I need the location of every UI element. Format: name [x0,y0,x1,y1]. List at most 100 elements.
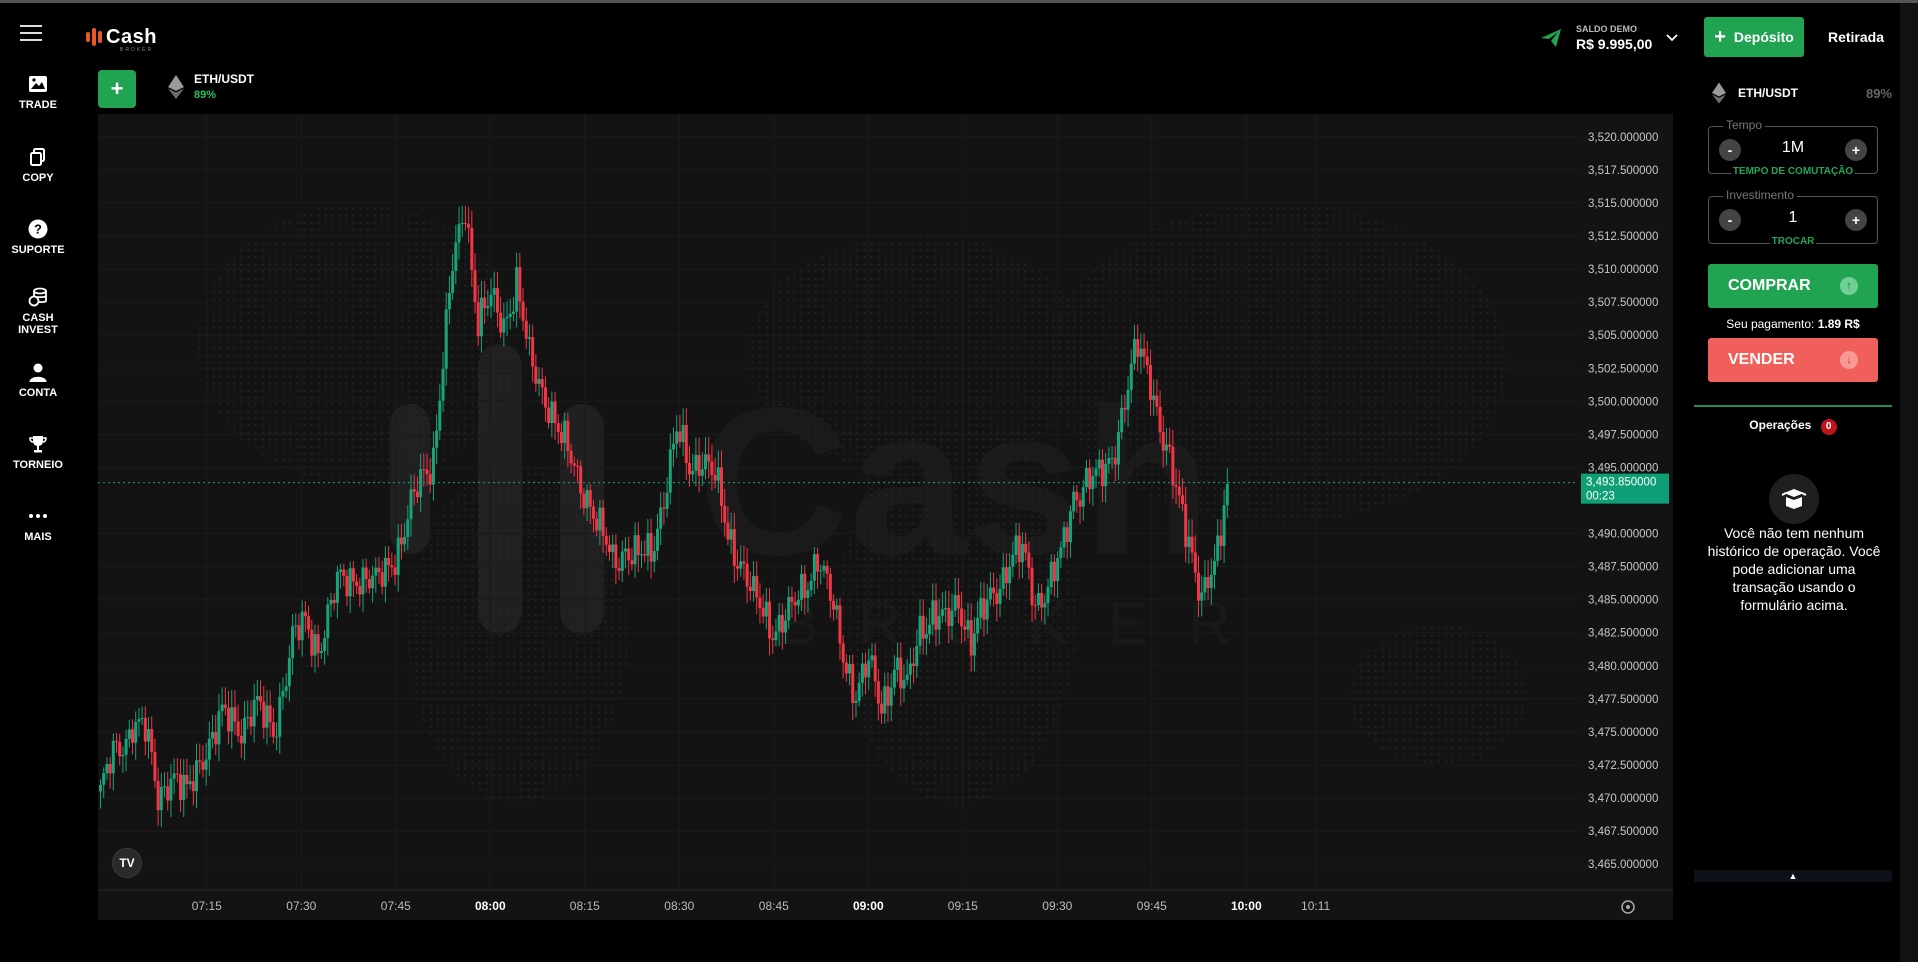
time-increase-button[interactable]: + [1845,139,1867,161]
y-tick-label: 3,500.000000 [1588,396,1658,408]
candle-body [147,729,151,742]
investment-increase-button[interactable]: + [1845,209,1867,231]
candle-body [102,773,106,785]
sidebar-item-cash-invest[interactable]: CASH INVEST [0,286,76,336]
candle-body [415,491,419,498]
investment-field[interactable]: Investimento - 1 + TROCAR [1708,188,1878,247]
candle-body [643,554,647,556]
candle-body [1107,458,1111,464]
candle-body [857,682,861,701]
candle-body [707,454,711,462]
tradingview-logo[interactable]: TV [112,848,142,878]
candlestick-chart[interactable]: Cash BROKER 3,520.0000003,517.5000003,51… [98,114,1673,920]
candle-body [467,223,471,228]
sidebar-item-torneio[interactable]: TORNEIO [0,433,76,471]
candle-body [681,424,685,442]
buy-button[interactable]: COMPRAR ↑ [1708,264,1878,308]
deposit-button[interactable]: + Depósito [1704,17,1804,57]
scrollbar[interactable] [1900,3,1918,962]
investment-switch-link[interactable]: TROCAR [1769,236,1817,247]
candle-body [828,573,832,601]
candle-body [604,535,608,545]
candle-body [371,575,375,589]
candle-body [1142,348,1146,357]
candle-body [1094,468,1098,476]
candle-body [303,611,307,617]
candle-body [153,751,157,781]
candle-body [1171,446,1175,486]
candle-body [684,424,688,463]
candle-body [694,454,698,471]
y-tick-label: 3,495.000000 [1588,462,1658,474]
y-tick-label: 3,507.500000 [1588,297,1658,309]
candle-body [822,565,826,571]
candle-body [784,620,788,633]
candle-body [508,313,512,317]
candle-body [579,466,583,494]
candle-body [921,615,925,639]
y-tick-label: 3,512.500000 [1588,231,1658,243]
candle-body [1043,603,1047,608]
candle-body [876,681,880,704]
plus-icon: + [1714,26,1726,48]
candle-body [201,761,205,770]
candle-body [806,590,810,598]
sidebar-item-trade[interactable]: TRADE [0,73,76,111]
candle-body [390,565,394,568]
candle-body [483,297,487,309]
candle-body [268,705,272,723]
price-chart[interactable]: Cash BROKER 3,520.000000 3,517.500000 3,51… [98,114,1673,920]
candle-body [1187,536,1191,548]
sidebar-item-suporte[interactable]: ? SUPORTE [0,218,76,256]
candle-body [121,755,125,757]
candle-body [787,596,791,621]
paper-plane-icon [1541,29,1561,47]
candle-body [575,465,579,467]
sidebar-item-mais[interactable]: MAIS [0,505,76,543]
candle-body [1174,485,1178,487]
candle-body [1164,444,1168,451]
arrow-up-icon: ↑ [1840,277,1858,295]
candle-body [281,691,285,697]
candle-body [902,679,906,689]
candle-body [550,401,554,424]
add-chart-button[interactable]: + [98,70,136,108]
candle-body [511,311,515,314]
asset-tab[interactable]: ETH/USDT 89% [168,72,254,101]
x-tick-label: 09:00 [853,899,884,913]
y-tick-label: 3,477.500000 [1588,694,1658,706]
candle-body [239,735,243,744]
candle-body [816,554,820,572]
candle-body [1155,395,1159,407]
logo-subtext: BROKER [120,47,154,53]
balance-selector[interactable]: SALDO DEMO R$ 9.995,00 [1540,24,1678,52]
tab-operations[interactable]: Operações 0 [1694,418,1892,435]
watermark-text: Cash [698,364,1212,599]
time-switch-link[interactable]: TEMPO DE COMUTAÇÃO [1730,166,1856,177]
menu-icon[interactable] [20,25,42,41]
sidebar-item-copy[interactable]: COPY [0,146,76,184]
candle-body [230,707,234,732]
sell-button[interactable]: VENDER ↓ [1708,338,1878,382]
time-field[interactable]: Tempo - 1M + TEMPO DE COMUTAÇÃO [1708,118,1878,177]
box-icon [1769,474,1819,524]
candle-body [672,443,676,450]
candle-body [832,600,836,610]
candle-body [1129,363,1133,390]
panel-expand-toggle[interactable]: ▲ [1694,870,1892,882]
candle-body [345,575,349,597]
candle-body [131,729,135,743]
candle-body [207,738,211,760]
candle-body [191,781,195,792]
panel-asset[interactable]: ETH/USDT 89% [1712,82,1892,104]
candle-body [111,740,115,774]
candle-body [729,529,733,540]
brand-logo[interactable]: Cash BROKER [86,22,157,53]
candle-body [976,617,980,634]
candle-body [1145,356,1149,366]
candle-body [633,535,637,565]
operations-divider [1694,405,1892,407]
candle-body [332,599,336,603]
withdraw-button[interactable]: Retirada [1814,17,1898,57]
sidebar-item-conta[interactable]: CONTA [0,361,76,399]
